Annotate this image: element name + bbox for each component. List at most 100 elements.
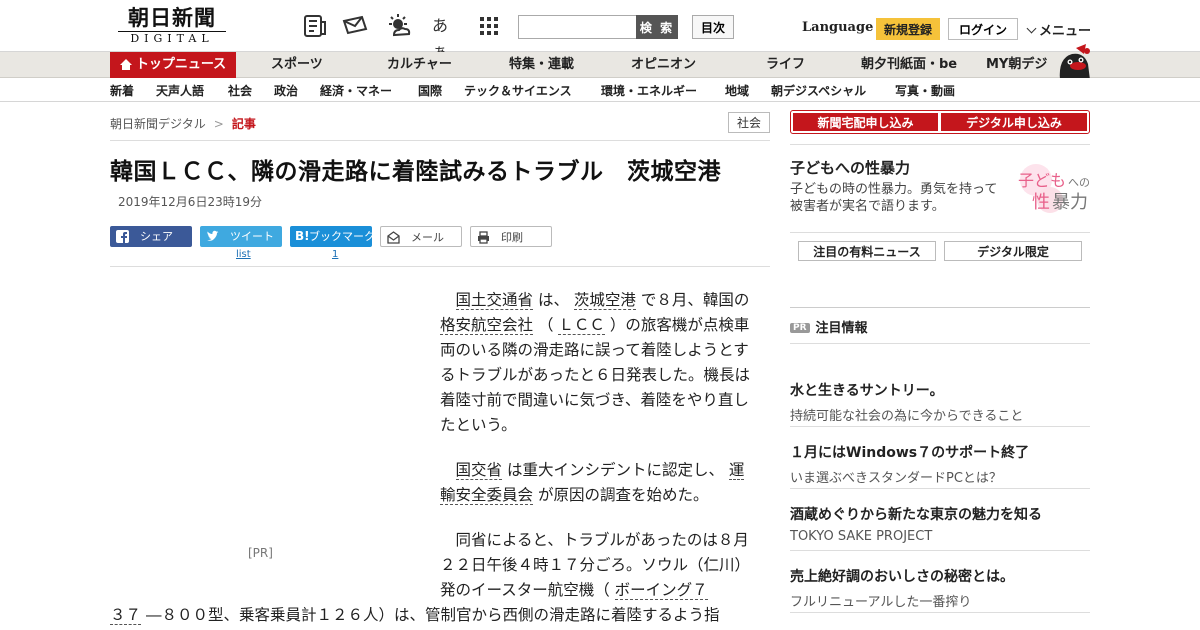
twitter-icon: [207, 230, 219, 241]
feature-logo[interactable]: 子ども への 性 暴力: [1010, 160, 1092, 216]
breadcrumb-current: 記事: [231, 117, 256, 131]
home-icon: [119, 59, 132, 70]
twitter-count[interactable]: list: [236, 249, 251, 260]
nav-opinion[interactable]: オピニオン: [631, 52, 696, 78]
pr-item-title: １月にはWindows７のサポート終了: [790, 445, 1030, 461]
pr-item[interactable]: 酒蔵めぐりから新たな東京の魅力を知る TOKYO SAKE PROJECT: [790, 504, 1090, 551]
print-button[interactable]: 印刷: [470, 226, 552, 247]
text: ―８００型、乗客乗員計１２６人）は、管制官から西側の滑走路に着陸するよう指: [141, 606, 720, 624]
nav-label: トップニュース: [135, 57, 227, 72]
nav-society[interactable]: 社会: [228, 82, 252, 99]
pr-item-subtitle: いま選ぶべきスタンダードPCとは？: [790, 471, 1002, 486]
mail-icon[interactable]: [342, 13, 368, 39]
divider: [790, 343, 1090, 344]
printer-icon: [478, 231, 489, 244]
feature-description[interactable]: 子どもの時の性暴力。勇気を持って被害者が実名で語ります。: [790, 181, 1005, 215]
tab-paid-news[interactable]: 注目の有料ニュース: [798, 241, 936, 261]
article-paragraph: 国土交通省 は、 茨城空港 で８月、韓国の 格安航空会社 （ ＬＣＣ ）の旅客機…: [440, 288, 752, 438]
nav-latest[interactable]: 新着: [110, 82, 134, 99]
tab-digital-only[interactable]: デジタル限定: [944, 241, 1082, 261]
font-size-icon[interactable]: あぁ: [432, 13, 458, 61]
nav-culture[interactable]: カルチャー: [387, 52, 452, 78]
subscribe-digital-button[interactable]: デジタル申し込み: [941, 113, 1087, 131]
feature-logo-a: 子ども: [1018, 171, 1066, 190]
pr-item-title: 水と生きるサントリー。: [790, 383, 944, 399]
primary-nav: トップニュース スポーツ カルチャー 特集・連載 オピニオン ライフ 朝夕刊紙面…: [0, 52, 1200, 78]
divider: [790, 307, 1090, 308]
divider: [790, 426, 1090, 427]
facebook-share-button[interactable]: シェア: [110, 226, 192, 247]
category-tag[interactable]: 社会: [728, 112, 770, 133]
nav-tech[interactable]: テック＆サイエンス: [464, 82, 572, 99]
pr-heading-label: 注目情報: [815, 321, 868, 336]
facebook-icon: [116, 230, 129, 243]
nav-tenseijingo[interactable]: 天声人語: [156, 82, 204, 99]
pr-item[interactable]: 売上絶好調のおいしさの秘密とは。 フルリニューアルした一番搾り: [790, 566, 1090, 613]
nav-international[interactable]: 国際: [418, 82, 442, 99]
nav-features[interactable]: 特集・連載: [509, 52, 574, 78]
login-button[interactable]: ログイン: [948, 18, 1018, 40]
language-link[interactable]: Language: [802, 20, 873, 35]
keyword-link[interactable]: 茨城空港: [573, 291, 636, 310]
nav-economy[interactable]: 経済・マネー: [320, 82, 392, 99]
toc-button[interactable]: 目次: [692, 15, 734, 39]
article-date: 2019年12月6日23時19分: [118, 195, 262, 209]
site-logo[interactable]: 朝日新聞 DIGITAL: [112, 6, 232, 48]
newspaper-icon[interactable]: [302, 13, 328, 39]
feature-logo-b: への: [1068, 176, 1090, 189]
register-button[interactable]: 新規登録: [876, 18, 940, 40]
pr-item[interactable]: １月にはWindows７のサポート終了 いま選ぶべきスタンダードPCとは？: [790, 442, 1090, 489]
breadcrumb-separator: >: [213, 117, 224, 131]
envelope-icon: [387, 231, 400, 244]
secondary-nav: 新着 天声人語 社会 政治 経済・マネー 国際 テック＆サイエンス 環境・エネル…: [0, 78, 1200, 102]
nav-politics[interactable]: 政治: [274, 82, 298, 99]
hatena-bookmark-label: ブックマーク: [309, 230, 375, 243]
keyword-link[interactable]: 格安航空会社: [440, 316, 534, 335]
pr-item[interactable]: 水と生きるサントリー。 持続可能な社会の為に今からできること: [790, 380, 1090, 427]
breadcrumb-home[interactable]: 朝日新聞デジタル: [110, 117, 206, 131]
divider: [790, 488, 1090, 489]
divider: [110, 266, 770, 267]
nav-photo-video[interactable]: 写真・動画: [895, 82, 955, 99]
nav-region[interactable]: 地域: [725, 82, 749, 99]
ad-label: [PR]: [248, 546, 273, 560]
keyword-link[interactable]: 国交省: [455, 461, 503, 480]
keyword-link[interactable]: ボーイング７: [614, 581, 708, 600]
pr-item-subtitle: TOKYO SAKE PROJECT: [790, 529, 933, 544]
nav-sports[interactable]: スポーツ: [271, 52, 323, 78]
text: は重大インシデントに認定し、: [502, 461, 729, 479]
text: （: [533, 316, 559, 334]
keyword-link[interactable]: 国土交通省: [455, 291, 534, 310]
nav-special[interactable]: 朝デジスペシャル: [771, 82, 866, 99]
keyword-link[interactable]: ３７: [110, 606, 142, 625]
hatena-icon: B!: [295, 229, 310, 243]
subscribe-paper-button[interactable]: 新聞宅配申し込み: [793, 113, 938, 131]
keyword-link[interactable]: ＬＣＣ: [558, 316, 605, 335]
hatena-count[interactable]: 1: [332, 249, 338, 260]
divider: [790, 550, 1090, 551]
menu-button[interactable]: メニュー: [1026, 20, 1091, 39]
nav-paper[interactable]: 朝夕刊紙面・be: [861, 52, 957, 78]
nav-environment[interactable]: 環境・エネルギー: [601, 82, 697, 99]
nav-my-asadigi[interactable]: MY朝デジ: [986, 52, 1047, 78]
search-button[interactable]: 検 索: [636, 15, 678, 39]
breadcrumb: 朝日新聞デジタル > 記事: [110, 115, 256, 132]
feature-logo-art: 子ども への 性 暴力: [1018, 164, 1090, 213]
twitter-share-button[interactable]: ツイート: [200, 226, 282, 247]
feature-logo-d: 暴力: [1052, 192, 1088, 213]
article-title: 韓国ＬＣＣ、隣の滑走路に着陸試みるトラブル 茨城空港: [110, 159, 721, 185]
mail-share-button[interactable]: メール: [380, 226, 462, 247]
site-header: 朝日新聞 DIGITAL あぁ 検 索 目次 Language: [0, 0, 1200, 61]
mascot-icon[interactable]: [1054, 44, 1094, 80]
divider: [790, 612, 1090, 613]
article-paragraph: 同省によると、トラブルがあったのは８月２２日午後４時１７分ごろ。ソウル（仁川）発…: [440, 528, 752, 603]
grid-menu-icon[interactable]: [476, 13, 502, 39]
search-input[interactable]: [518, 15, 636, 39]
weather-icon[interactable]: [386, 13, 412, 39]
feature-title[interactable]: 子どもへの性暴力: [790, 157, 910, 178]
nav-life[interactable]: ライフ: [766, 52, 805, 78]
divider: [790, 144, 1090, 145]
nav-top-news[interactable]: トップニュース: [110, 52, 236, 78]
hatena-bookmark-button[interactable]: B! ブックマーク: [290, 226, 375, 247]
mail-share-label: メール: [411, 231, 444, 244]
